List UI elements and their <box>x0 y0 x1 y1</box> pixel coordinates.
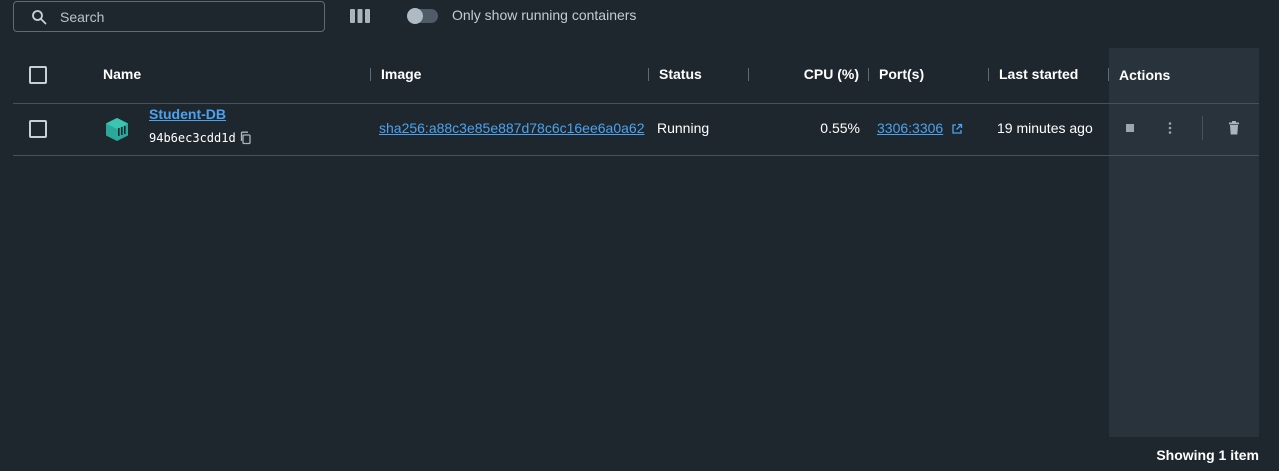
column-separator[interactable] <box>648 68 649 81</box>
copy-icon[interactable] <box>239 131 252 145</box>
column-separator[interactable] <box>868 68 869 81</box>
row-checkbox[interactable] <box>29 120 47 138</box>
header-divider <box>13 103 1259 104</box>
header-actions: Actions <box>1119 67 1171 83</box>
toggle-knob <box>407 8 423 24</box>
container-name-link[interactable]: Student-DB <box>149 106 226 122</box>
containers-view: Only show running containers Name Image … <box>0 0 1279 471</box>
toggle-label: Only show running containers <box>452 7 637 23</box>
item-count: Showing 1 item <box>1156 447 1259 463</box>
external-link-icon[interactable] <box>951 123 963 135</box>
port-link[interactable]: 3306:3306 <box>877 120 943 136</box>
trash-icon[interactable] <box>1226 120 1242 136</box>
search-input[interactable] <box>60 6 315 28</box>
column-separator[interactable] <box>370 68 371 81</box>
stop-icon <box>1126 124 1134 132</box>
select-all-checkbox[interactable] <box>29 66 47 84</box>
container-icon <box>106 118 128 141</box>
stop-button[interactable] <box>1120 118 1140 138</box>
header-image[interactable]: Image <box>381 66 421 82</box>
status-text: Running <box>657 120 710 136</box>
image-link[interactable]: sha256:a88c3e85e887d78c6c16ee6a0a62 <box>379 120 650 136</box>
search-icon <box>32 10 47 25</box>
header-last-started[interactable]: Last started <box>999 66 1078 82</box>
last-started-text: 19 minutes ago <box>997 120 1093 136</box>
header-name[interactable]: Name <box>103 66 141 82</box>
search-box[interactable] <box>13 1 325 32</box>
column-separator[interactable] <box>748 68 749 81</box>
actions-column <box>1109 48 1259 437</box>
header-ports[interactable]: Port(s) <box>879 66 924 82</box>
header-status[interactable]: Status <box>659 66 702 82</box>
columns-icon[interactable] <box>349 8 371 24</box>
header-cpu[interactable]: CPU (%) <box>790 66 859 82</box>
column-separator[interactable] <box>1108 68 1109 81</box>
more-vertical-icon[interactable] <box>1160 118 1180 138</box>
column-separator[interactable] <box>988 68 989 81</box>
container-id: 94b6ec3cdd1d <box>149 131 236 145</box>
running-only-toggle[interactable] <box>407 8 438 24</box>
actions-divider <box>1202 116 1203 140</box>
cpu-usage: 0.55% <box>820 120 860 136</box>
row-divider <box>13 155 1259 156</box>
